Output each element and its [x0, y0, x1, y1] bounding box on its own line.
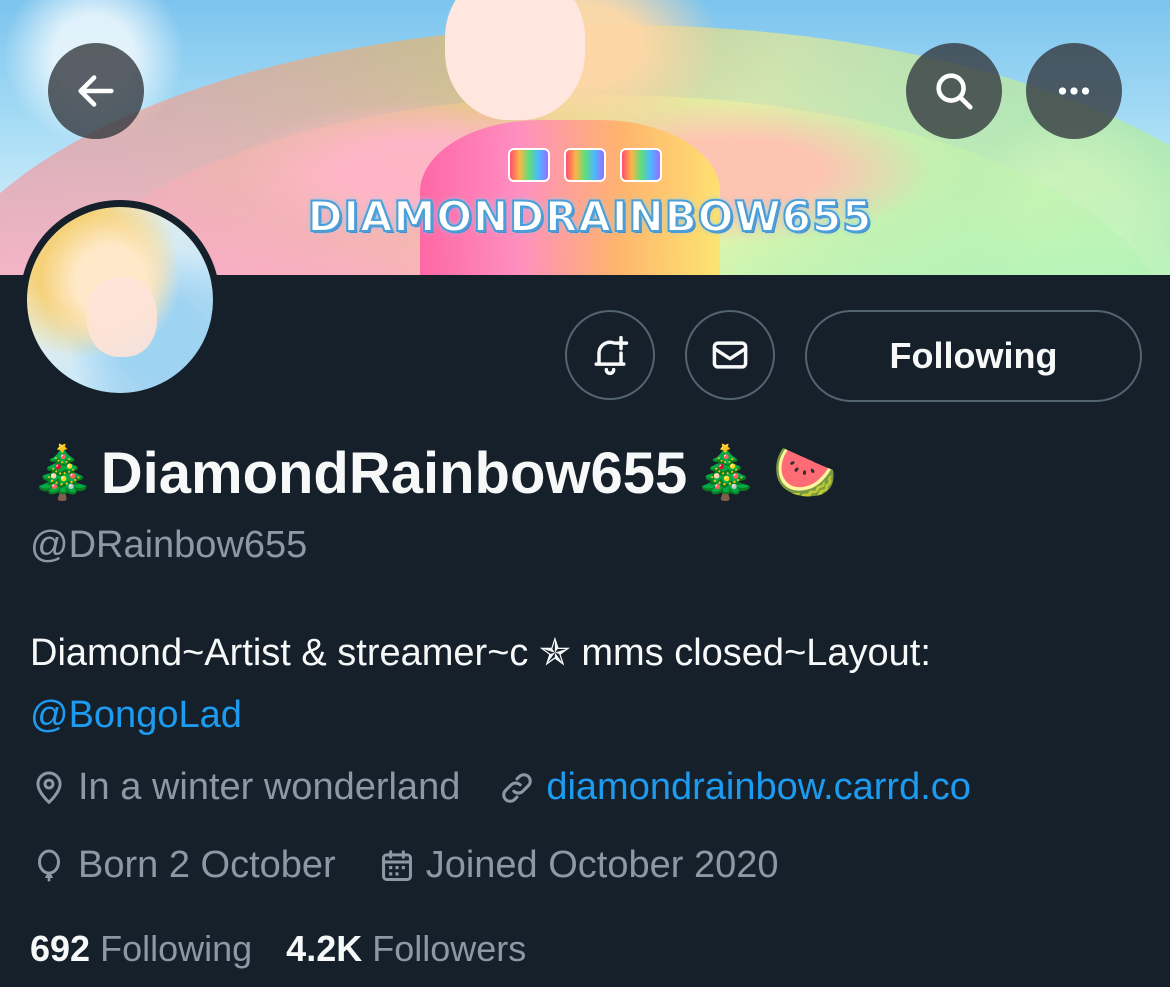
more-horizontal-icon: [1058, 87, 1090, 95]
bio-text: Diamond~Artist & streamer~c ✯ mms closed…: [30, 632, 931, 674]
profile-meta-row-2: Born 2 October Joined October 2020: [30, 844, 779, 887]
followers-count: 4.2K: [286, 928, 363, 969]
followers-stat[interactable]: 4.2K Followers: [286, 928, 526, 970]
join-date: Joined October 2020: [378, 844, 779, 887]
twitch-icon: [564, 148, 606, 182]
join-date-text: Joined October 2020: [425, 844, 779, 886]
message-button[interactable]: [685, 310, 775, 400]
banner-character-face: [445, 0, 585, 120]
banner-social-icons: [505, 148, 665, 184]
user-handle: @DRainbow655: [30, 524, 308, 566]
followers-label: Followers: [372, 928, 527, 969]
avatar[interactable]: [20, 200, 220, 400]
tree-emoji: 🎄: [30, 444, 95, 502]
location-text: In a winter wonderland: [78, 766, 461, 808]
tiktok-icon: [620, 148, 662, 182]
bio-mention-link[interactable]: @BongoLad: [30, 694, 242, 736]
display-name: 🎄 DiamondRainbow655 🎄 🍉: [30, 438, 837, 508]
location-pin-icon: [36, 771, 62, 804]
bio: Diamond~Artist & streamer~c ✯ mms closed…: [30, 622, 1140, 746]
birthday: Born 2 October: [30, 844, 336, 887]
tree-watermelon-emoji: 🎄 🍉: [693, 444, 838, 502]
following-button[interactable]: Following: [805, 310, 1142, 402]
back-button[interactable]: [48, 43, 144, 139]
website-link[interactable]: diamondrainbow.carrd.co: [546, 766, 971, 809]
location: In a winter wonderland: [30, 766, 460, 809]
balloon-icon: [37, 848, 61, 881]
following-stat[interactable]: 692 Following: [30, 928, 252, 970]
envelope-icon: [712, 341, 748, 369]
banner-logo-text: DIAMONDRAINBOW655: [307, 191, 873, 242]
following-count: 692: [30, 928, 91, 969]
calendar-icon: [381, 849, 412, 881]
display-name-text: DiamondRainbow655: [100, 440, 688, 506]
more-options-button[interactable]: [1026, 43, 1122, 139]
search-button[interactable]: [906, 43, 1002, 139]
birthday-text: Born 2 October: [78, 844, 336, 886]
following-label: Following: [100, 928, 253, 969]
arrow-left-icon: [78, 75, 114, 107]
profile-meta-row-1: In a winter wonderland diamondrainbow.ca…: [30, 766, 971, 809]
website[interactable]: diamondrainbow.carrd.co: [498, 766, 971, 809]
avatar-image: [27, 207, 213, 393]
bell-plus-icon: [594, 335, 629, 376]
notifications-button[interactable]: [565, 310, 655, 400]
search-icon: [936, 73, 973, 110]
follow-stats: 692 Following 4.2K Followers: [30, 928, 526, 970]
link-icon: [502, 772, 533, 803]
youtube-icon: [508, 148, 550, 182]
